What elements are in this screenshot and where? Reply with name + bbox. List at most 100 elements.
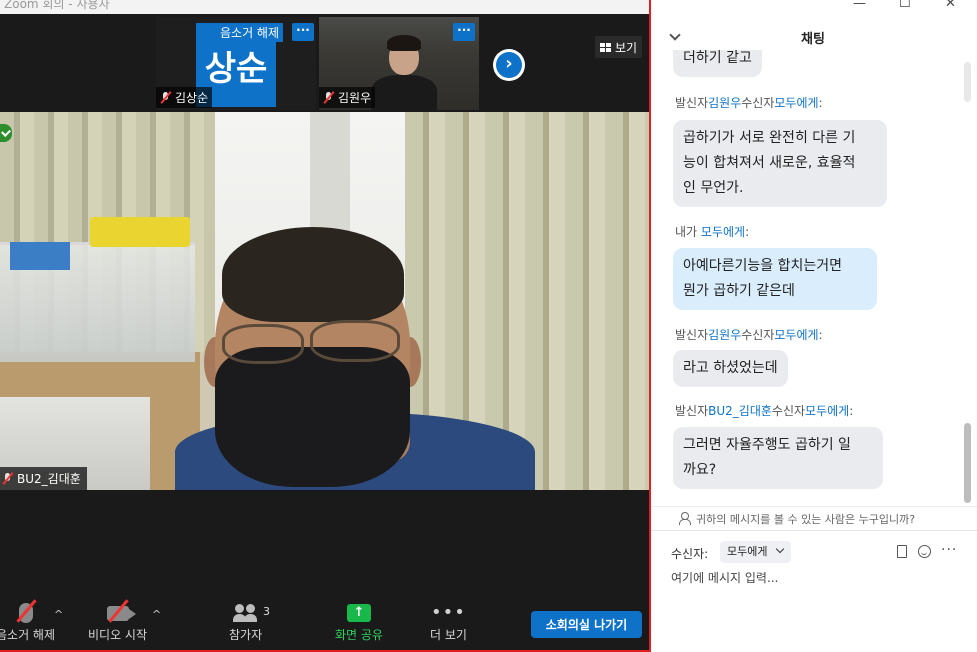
grid-icon xyxy=(600,42,611,52)
next-page-button[interactable]: › xyxy=(493,49,525,81)
meta-suffix: : xyxy=(818,96,823,110)
message-line: 라고 하셨었는데 xyxy=(683,360,778,376)
meta-mid: 수신자 xyxy=(741,328,775,342)
meeting-pane: Zoom 회의 - 사용자 상순 음소거 해제 ··· 김상순 ··· 김원우 … xyxy=(0,0,651,652)
message-line: 뭔가 곱하기 같은데 xyxy=(683,283,795,299)
video-options-caret[interactable]: ^ xyxy=(152,608,161,621)
participant-tile-kim-wonwoo[interactable]: ··· 김원우 xyxy=(319,17,479,110)
message-line: 능이 합쳐져서 새로운, 효율적 xyxy=(683,155,856,171)
participants-label: 참가자 xyxy=(229,628,263,642)
participant-name: 김원우 xyxy=(338,91,372,105)
unmute-request-label[interactable]: 음소거 해제 xyxy=(216,23,284,42)
message-meta: 발신자김원우수신자모두에게: xyxy=(675,94,823,111)
start-video-button[interactable]: 비디오 시작 xyxy=(88,599,148,643)
participants-count: 3 xyxy=(263,605,270,618)
avatar-initials: 상순 xyxy=(204,48,268,89)
participants-icon xyxy=(232,604,259,622)
participant-name: 김상순 xyxy=(175,91,209,105)
recipient-name: 모두에게 xyxy=(805,404,850,418)
chat-compose: 수신자: 모두에게 ··· xyxy=(651,530,977,652)
active-speaker-video: BU2_김대훈 xyxy=(0,112,649,490)
meta-prefix: 발신자 xyxy=(675,404,709,418)
file-icon[interactable] xyxy=(897,545,907,558)
message-input[interactable] xyxy=(671,571,961,585)
chat-panel: — ☐ ✕ 채팅 더하기 같고 발신자김원우수신자모두에게: 곱하기가 서로 완… xyxy=(651,0,977,652)
person-lock-icon xyxy=(679,512,691,525)
sender-name[interactable]: 김원우 xyxy=(708,328,741,342)
more-dots-icon: ••• xyxy=(431,602,466,623)
meta-mid: 수신자 xyxy=(771,404,806,418)
leave-breakout-room-button[interactable]: 소회의실 나가기 xyxy=(531,611,642,638)
message-line: 까요? xyxy=(683,462,717,478)
recipient-name: 모두에게 xyxy=(700,225,746,239)
message-line: 그러면 자율주행도 곱하기 일 xyxy=(683,437,851,453)
message-line: 더하기 같고 xyxy=(683,50,752,66)
who-can-see-link[interactable]: 귀하의 메시지를 볼 수 있는 사람은 누구입니까? xyxy=(651,506,977,530)
message-meta: 내가 모두에게: xyxy=(675,223,749,240)
minimize-button[interactable]: — xyxy=(853,0,866,11)
tile-more-button[interactable]: ··· xyxy=(292,23,314,41)
chat-message-bubble-mine: 아예다른기능을 합치는거면 뭔가 곱하기 같은데 xyxy=(673,248,877,310)
message-meta: 발신자김원우수신자모두에게: xyxy=(675,326,823,343)
chat-message-bubble: 라고 하셨었는데 xyxy=(673,350,788,387)
share-screen-icon: ↑ xyxy=(346,604,371,622)
start-video-label: 비디오 시작 xyxy=(88,628,148,642)
message-line: 인 무언가. xyxy=(683,180,744,196)
message-line: 곱하기가 서로 완전히 다른 기 xyxy=(683,130,856,146)
recipient-value: 모두에게 xyxy=(727,545,768,558)
who-can-see-text: 귀하의 메시지를 볼 수 있는 사람은 누구입니까? xyxy=(696,513,916,526)
more-options-icon[interactable]: ··· xyxy=(941,542,957,558)
title-bar: Zoom 회의 - 사용자 xyxy=(0,0,649,14)
sender-name[interactable]: 김원우 xyxy=(708,96,741,110)
participants-button[interactable]: 참가자 xyxy=(229,600,262,643)
participant-strip: 상순 음소거 해제 ··· 김상순 ··· 김원우 › 보기 xyxy=(0,14,649,112)
recipient-name: 모두에게 xyxy=(774,96,819,110)
share-screen-label: 화면 공유 xyxy=(335,628,383,642)
chat-scrollbar[interactable] xyxy=(964,423,971,503)
meta-prefix: 발신자 xyxy=(675,328,709,342)
recipient-name: 모두에게 xyxy=(774,328,819,342)
recipient-label: 수신자: xyxy=(671,547,709,561)
recipient-dropdown[interactable]: 모두에게 xyxy=(720,541,792,563)
chat-title: 채팅 xyxy=(801,32,825,47)
mic-muted-icon xyxy=(323,91,335,104)
chevron-right-icon: › xyxy=(496,52,522,78)
more-button[interactable]: ••• 더 보기 xyxy=(430,600,467,643)
participant-tile-kim-sangsun[interactable]: 상순 음소거 해제 ··· 김상순 xyxy=(156,17,316,110)
chat-message-list[interactable]: 더하기 같고 발신자김원우수신자모두에게: 곱하기가 서로 완전히 다른 기 능… xyxy=(651,50,961,508)
meeting-toolbar: 음소거 해제 ^ 비디오 시작 ^ 참가자 3 ↑ 화면 공유 ••• 더 보기… xyxy=(0,592,649,650)
chat-message-bubble: 더하기 같고 xyxy=(673,50,762,77)
meta-prefix: 내가 xyxy=(675,225,701,239)
speaker-name: BU2_김대훈 xyxy=(17,472,81,486)
mic-muted-icon xyxy=(2,472,14,485)
meta-mid: 수신자 xyxy=(741,96,775,110)
message-meta: 발신자BU2_김대훈수신자모두에게: xyxy=(675,402,853,419)
unmute-button[interactable]: 음소거 해제 xyxy=(0,599,56,643)
sender-name[interactable]: BU2_김대훈 xyxy=(708,404,772,418)
speaker-name-tag: BU2_김대훈 xyxy=(0,467,87,490)
meta-suffix: : xyxy=(818,328,823,342)
audio-options-caret[interactable]: ^ xyxy=(54,608,63,621)
view-button[interactable]: 보기 xyxy=(595,36,643,58)
mic-muted-icon xyxy=(160,91,172,104)
participant-name-tag: 김원우 xyxy=(319,87,376,108)
chat-message-bubble: 곱하기가 서로 완전히 다른 기 능이 합쳐져서 새로운, 효율적 인 무언가. xyxy=(673,120,887,207)
maximize-button[interactable]: ☐ xyxy=(899,0,911,11)
chat-message-bubble: 그러면 자율주행도 곱하기 일 까요? xyxy=(673,427,883,489)
meta-suffix: : xyxy=(745,225,750,239)
participant-video xyxy=(371,35,437,110)
participant-name-tag: 김상순 xyxy=(156,87,213,108)
window-title: Zoom 회의 - 사용자 xyxy=(4,0,110,11)
chevron-down-icon xyxy=(776,544,785,554)
unmute-label: 음소거 해제 xyxy=(0,628,56,642)
meta-prefix: 발신자 xyxy=(675,96,709,110)
chevron-down-icon[interactable] xyxy=(669,29,681,41)
emoji-icon[interactable] xyxy=(918,545,931,558)
share-screen-button[interactable]: ↑ 화면 공유 xyxy=(335,600,383,643)
zoom-window: Zoom 회의 - 사용자 상순 음소거 해제 ··· 김상순 ··· 김원우 … xyxy=(0,0,977,652)
message-line: 아예다른기능을 합치는거면 xyxy=(683,258,843,274)
close-button[interactable]: ✕ xyxy=(945,0,956,11)
view-label: 보기 xyxy=(615,40,638,55)
scrollbar-track-top xyxy=(964,62,971,102)
tile-more-button[interactable]: ··· xyxy=(453,23,475,41)
